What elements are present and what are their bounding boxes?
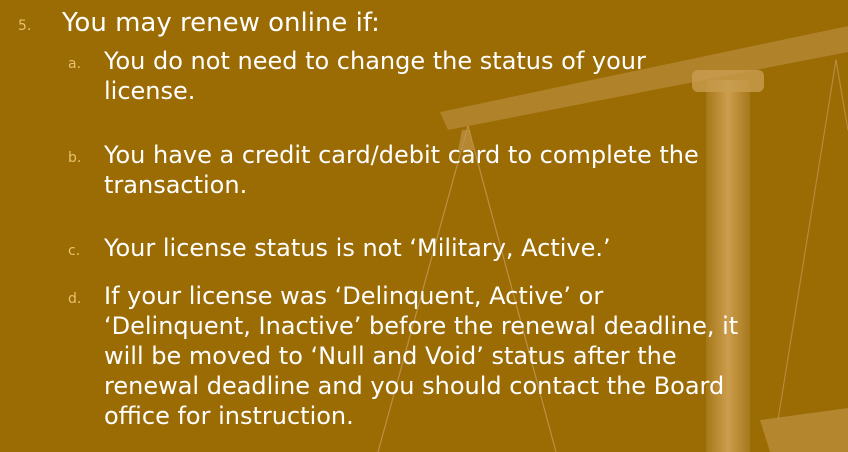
list-heading: You may renew online if:	[62, 8, 380, 38]
list-item: You have a credit card/debit card to com…	[104, 140, 844, 200]
list-item-line: office for instruction.	[104, 402, 354, 430]
list-marker: a.	[68, 56, 82, 72]
list-item-line: If your license was ‘Delinquent, Active’…	[104, 282, 604, 310]
list-item-line: ‘Delinquent, Inactive’ before the renewa…	[104, 312, 739, 340]
list-item-line: will be moved to ‘Null and Void’ status …	[104, 342, 677, 370]
list-item-line: Your license status is not ‘Military, Ac…	[104, 234, 611, 262]
list-marker: c.	[68, 243, 81, 259]
list-item: If your license was ‘Delinquent, Active’…	[104, 281, 844, 431]
list-item-line: license.	[104, 77, 196, 105]
list-item-line: renewal deadline and you should contact …	[104, 372, 725, 400]
list-item: You do not need to change the status of …	[104, 46, 844, 106]
slide: 5. You may renew online if: a. You do no…	[0, 0, 848, 452]
list-item: Your license status is not ‘Military, Ac…	[104, 233, 844, 263]
list-item-line: transaction.	[104, 171, 248, 199]
list-item-line: You have a credit card/debit card to com…	[104, 141, 699, 169]
list-marker: b.	[68, 150, 82, 166]
list-marker: 5.	[18, 18, 32, 34]
list-item-line: You do not need to change the status of …	[104, 47, 646, 75]
list-marker: d.	[68, 291, 82, 307]
